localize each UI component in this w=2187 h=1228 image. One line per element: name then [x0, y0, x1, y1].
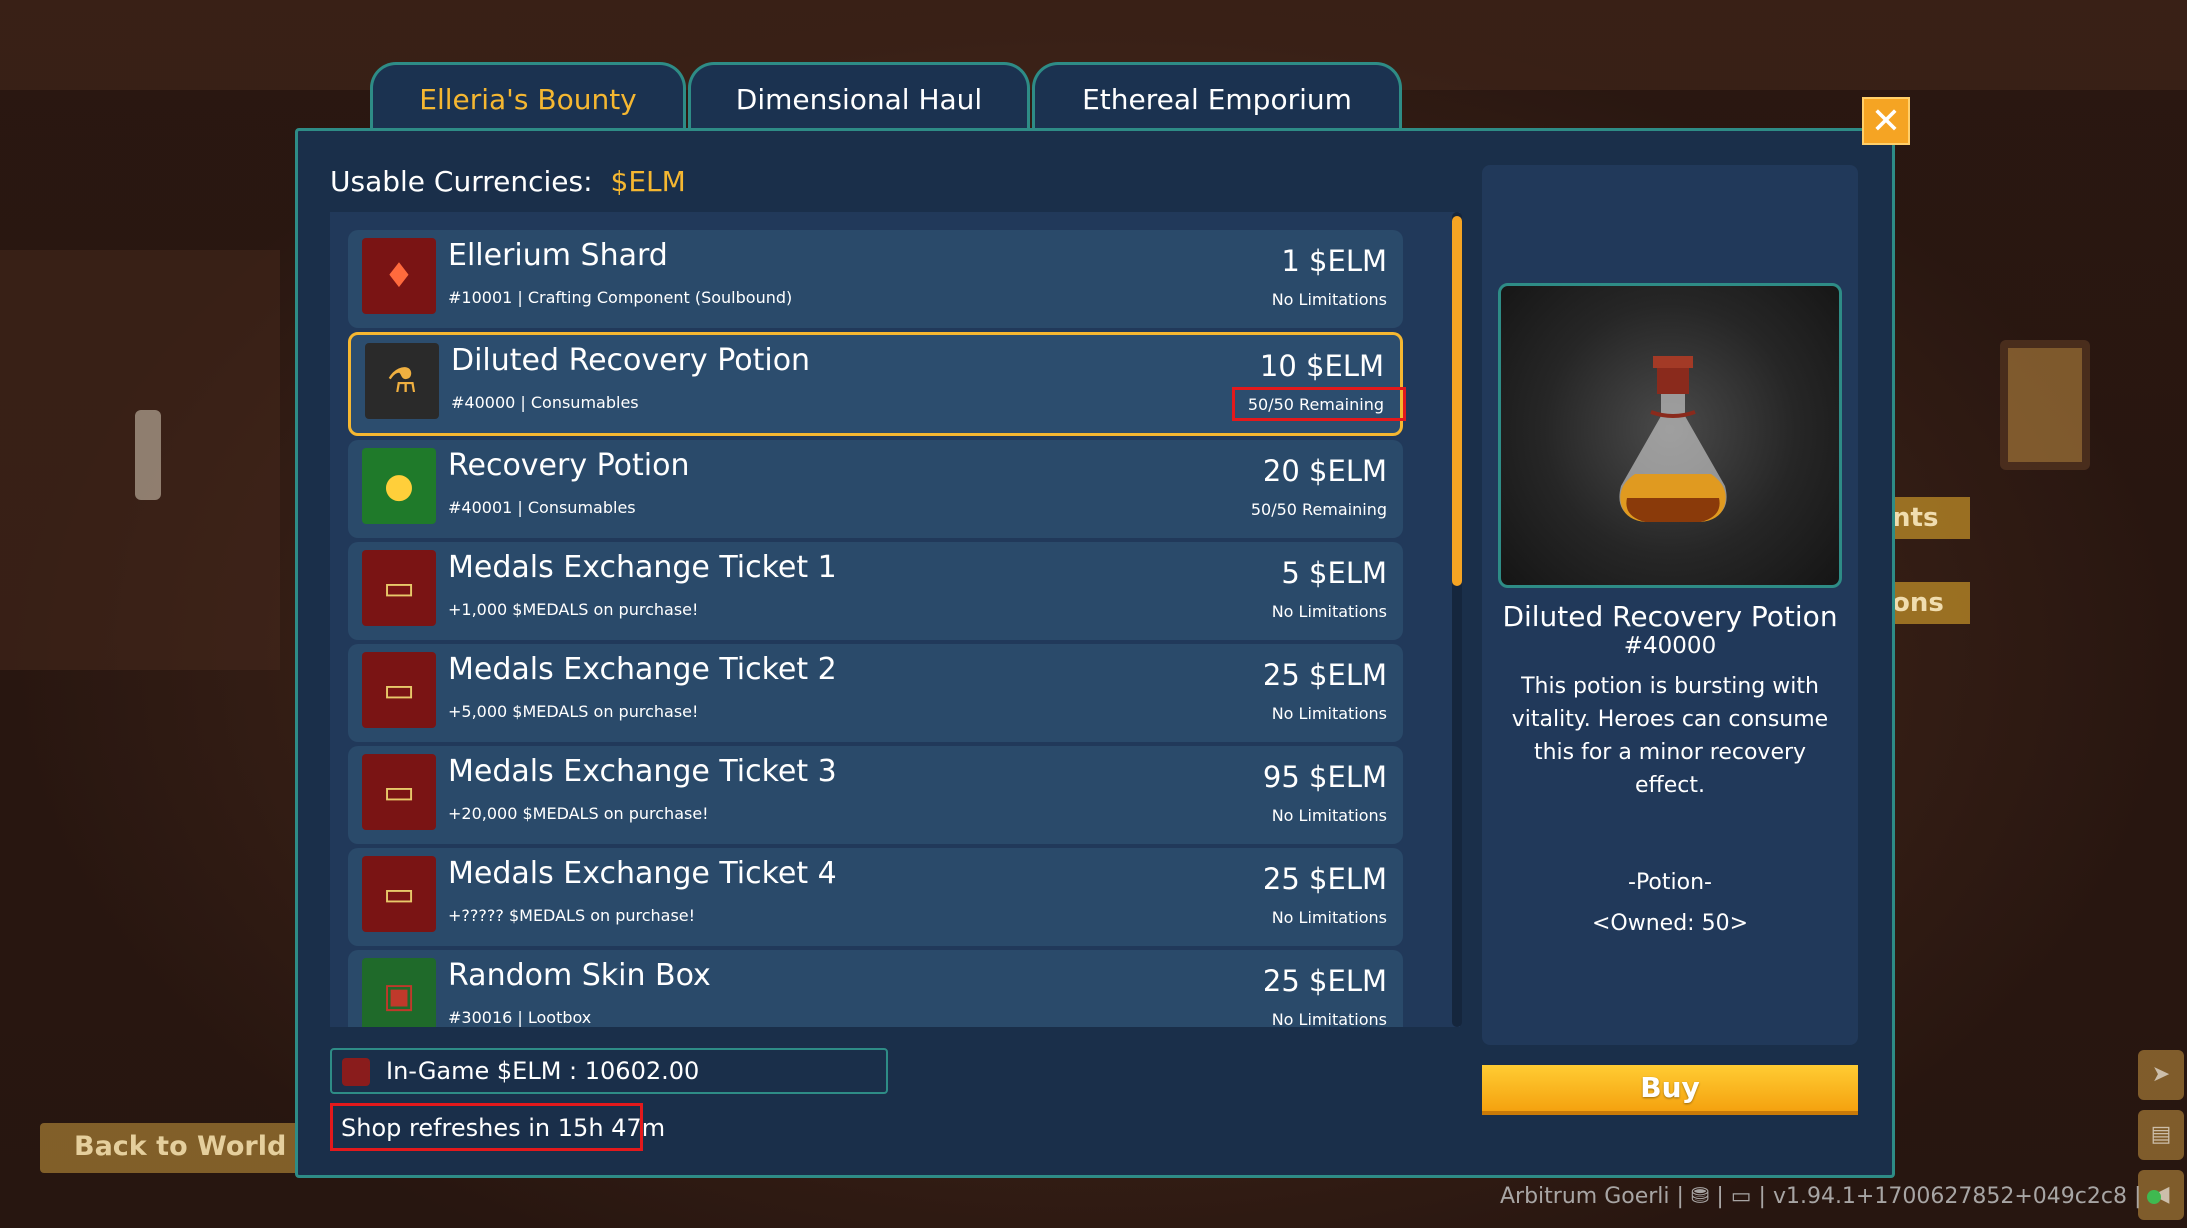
ticket-icon: ▭	[362, 652, 436, 728]
buy-button[interactable]: Buy	[1482, 1065, 1858, 1115]
usable-currencies: Usable Currencies: $ELM	[330, 165, 686, 198]
item-limit: No Limitations	[1271, 908, 1387, 927]
tab-ethereal-emporium[interactable]: Ethereal Emporium	[1032, 62, 1402, 132]
item-desc: #10001 | Crafting Component (Soulbound)	[448, 288, 793, 307]
item-price: 95 $ELM	[1262, 760, 1387, 794]
detail-description: This potion is bursting with vitality. H…	[1511, 674, 1829, 798]
item-name: Medals Exchange Ticket 2	[448, 652, 837, 687]
list-item[interactable]: ▭ Medals Exchange Ticket 2 +5,000 $MEDAL…	[348, 644, 1403, 742]
item-desc: +20,000 $MEDALS on purchase!	[448, 804, 709, 823]
item-price: 25 $ELM	[1262, 658, 1387, 692]
item-price: 20 $ELM	[1262, 454, 1387, 488]
potion-flask-icon	[1619, 356, 1727, 522]
item-desc: +1,000 $MEDALS on purchase!	[448, 600, 699, 619]
detail-category: -Potion-	[1628, 870, 1712, 895]
list-item[interactable]: ▭ Medals Exchange Ticket 1 +1,000 $MEDAL…	[348, 542, 1403, 640]
item-desc: +5,000 $MEDALS on purchase!	[448, 702, 699, 721]
item-price: 5 $ELM	[1281, 556, 1387, 590]
item-name: Medals Exchange Ticket 1	[448, 550, 837, 585]
detail-id: #40000	[1623, 633, 1717, 659]
item-limit: No Limitations	[1271, 806, 1387, 825]
list-item[interactable]: ▣ Random Skin Box #30016 | Lootbox 25 $E…	[348, 950, 1403, 1027]
cursor-icon[interactable]: ➤	[2138, 1050, 2184, 1100]
item-name: Medals Exchange Ticket 3	[448, 754, 837, 789]
list-item[interactable]: ● Recovery Potion #40001 | Consumables 2…	[348, 440, 1403, 538]
item-name: Random Skin Box	[448, 958, 711, 993]
document-icon[interactable]: ▤	[2138, 1110, 2184, 1160]
item-desc: #40000 | Consumables	[451, 393, 639, 412]
item-name: Diluted Recovery Potion	[451, 343, 811, 378]
item-limit: No Limitations	[1271, 704, 1387, 723]
potion-flask-icon: ⚗	[365, 343, 439, 419]
tab-ellerias-bounty[interactable]: Elleria's Bounty	[370, 62, 686, 132]
green-potion-icon: ●	[362, 448, 436, 524]
status-dot-icon	[2147, 1190, 2162, 1204]
balance-text: In-Game $ELM : 10602.00	[386, 1057, 700, 1085]
detail-owned: <Owned: 50>	[1591, 911, 1749, 936]
item-desc: +????? $MEDALS on purchase!	[448, 906, 696, 925]
item-desc: #40001 | Consumables	[448, 498, 636, 517]
item-price: 25 $ELM	[1262, 964, 1387, 998]
item-price: 10 $ELM	[1259, 349, 1384, 383]
tab-dimensional-haul[interactable]: Dimensional Haul	[688, 62, 1030, 132]
ticket-icon: ▭	[362, 754, 436, 830]
treasure-chest-icon: ▣	[362, 958, 436, 1027]
item-limit: No Limitations	[1271, 602, 1387, 621]
item-limit: No Limitations	[1271, 1010, 1387, 1027]
item-detail-panel: Diluted Recovery Potion #40000 This poti…	[1482, 165, 1858, 1045]
item-list[interactable]: ♦ Ellerium Shard #10001 | Crafting Compo…	[330, 212, 1460, 1027]
ticket-icon: ▭	[362, 550, 436, 626]
ticket-icon: ▭	[362, 856, 436, 932]
item-name: Medals Exchange Ticket 4	[448, 856, 837, 891]
currencies-label: Usable Currencies:	[330, 165, 593, 198]
shop-refresh-timer: Shop refreshes in 15h 47m	[330, 1103, 665, 1151]
item-limit: 50/50 Remaining	[1250, 500, 1387, 519]
list-item[interactable]: ▭ Medals Exchange Ticket 4 +????? $MEDAL…	[348, 848, 1403, 946]
list-item[interactable]: ▭ Medals Exchange Ticket 3 +20,000 $MEDA…	[348, 746, 1403, 844]
scrollbar-thumb[interactable]	[1452, 216, 1462, 586]
item-price: 1 $ELM	[1281, 244, 1387, 278]
back-to-world-button[interactable]: Back to World M	[40, 1123, 330, 1173]
elm-currency-icon	[342, 1058, 370, 1086]
item-price: 25 $ELM	[1262, 862, 1387, 896]
currencies-value: $ELM	[610, 165, 686, 198]
red-crystal-icon: ♦	[362, 238, 436, 314]
network-version-info: Arbitrum Goerli | ⛃ | ▭ | v1.94.1+170062…	[1500, 1184, 2162, 1209]
close-button[interactable]: ✕	[1862, 97, 1910, 145]
elm-balance: In-Game $ELM : 10602.00	[330, 1048, 888, 1094]
list-scrollbar[interactable]	[1452, 212, 1462, 1027]
item-name: Recovery Potion	[448, 448, 690, 483]
item-name: Ellerium Shard	[448, 238, 668, 273]
list-item[interactable]: ♦ Ellerium Shard #10001 | Crafting Compo…	[348, 230, 1403, 328]
background-candle	[135, 410, 161, 500]
item-limit: No Limitations	[1271, 290, 1387, 309]
item-preview	[1498, 283, 1842, 588]
item-desc: #30016 | Lootbox	[448, 1008, 592, 1027]
background-lamp	[2000, 340, 2090, 470]
remaining-highlight-box	[1232, 387, 1406, 421]
detail-title: Diluted Recovery Potion	[1502, 600, 1838, 633]
